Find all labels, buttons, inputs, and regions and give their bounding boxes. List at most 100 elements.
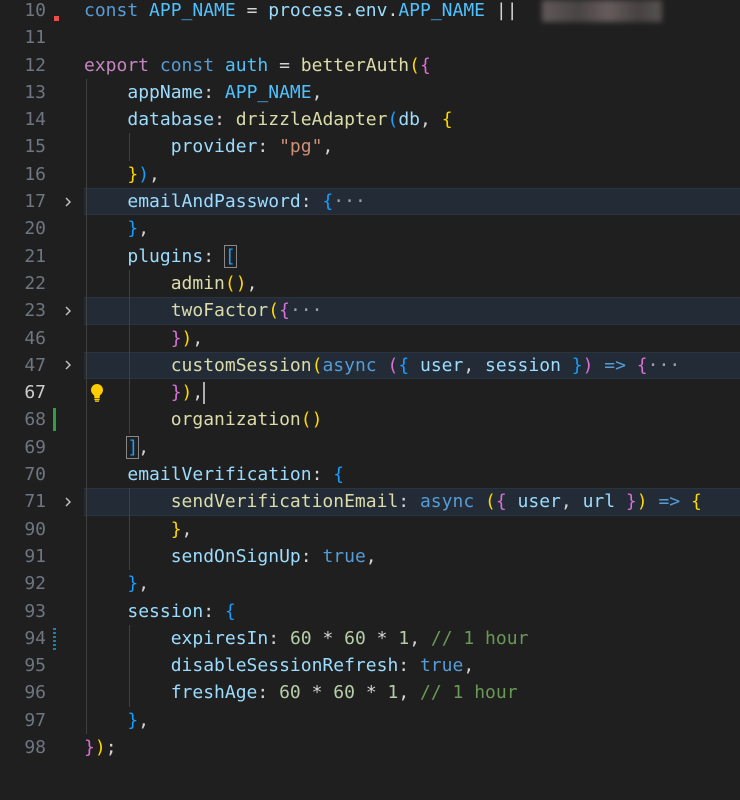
code-line[interactable]: 13 appName: APP_NAME, [0,78,740,107]
modified-line-marker[interactable] [53,626,56,650]
code-text[interactable]: sendOnSignUp: true, [84,543,377,570]
code-token: ( [311,354,323,376]
fold-chevron-icon[interactable] [61,188,75,215]
code-line[interactable]: 97 }, [0,706,740,735]
line-number: 68 [24,409,46,431]
code-token: } [170,518,182,540]
code-text[interactable]: emailVerification: { [84,461,344,488]
code-token: , [398,682,421,704]
added-line-marker[interactable] [53,408,56,432]
code-text[interactable]: provider: "pg", [84,133,334,160]
code-editor[interactable]: 10 const APP_NAME = process.env.APP_NAME … [0,0,740,761]
code-line[interactable]: 98}); [0,734,740,761]
code-token: // 1 hour [420,682,518,704]
code-line[interactable]: 93 session: { [0,597,740,625]
code-line[interactable]: 94 expiresIn: 60 * 60 * 1, // 1 hour [0,624,740,653]
code-text[interactable]: ], [84,434,149,461]
fold-chevron-icon[interactable] [61,297,75,324]
code-line[interactable]: 14 database: drizzleAdapter(db, { [0,106,740,134]
code-line[interactable]: 12 export const auth = betterAuth({ [0,52,740,79]
code-token: , [311,81,323,103]
code-text[interactable]: }, [84,516,193,543]
code-text[interactable]: }, [84,707,149,734]
code-text[interactable]: }), [84,325,204,352]
code-text[interactable]: twoFactor({··· [84,297,323,324]
code-text[interactable]: disableSessionRefresh: true, [84,652,474,679]
line-number: 12 [24,54,46,76]
code-line[interactable]: 47 customSession(async ({ user, session … [0,351,740,380]
code-line[interactable]: 15 provider: "pg", [0,133,740,161]
line-number: 98 [24,737,46,759]
code-line[interactable]: 67 }), [0,379,740,407]
line-number: 20 [24,218,46,240]
code-text[interactable]: expiresIn: 60 * 60 * 1, // 1 hour [84,625,529,652]
code-line[interactable]: 10 const APP_NAME = process.env.APP_NAME … [0,0,740,24]
code-text[interactable]: customSession(async ({ user, session }) … [84,352,680,379]
code-line[interactable]: 20 }, [0,215,740,243]
fold-chevron-icon[interactable] [61,352,75,379]
error-marker-icon [54,16,59,21]
code-token: "pg" [279,136,323,158]
code-line[interactable]: 69 ], [0,433,740,462]
code-token: , [246,272,258,294]
code-text[interactable]: }, [84,570,149,597]
code-token: { [690,491,702,513]
code-line[interactable]: 96 freshAge: 60 * 60 * 1, // 1 hour [0,679,740,707]
code-token: 60 [289,627,312,649]
code-token: * [365,627,399,649]
code-token: ) [138,163,150,185]
code-token: => [593,354,637,376]
code-text[interactable]: }); [84,734,117,761]
code-line[interactable]: 17 emailAndPassword: {··· [0,188,740,216]
code-token: . [387,0,399,21]
code-token: , [463,354,486,376]
code-line[interactable]: 22 admin(), [0,269,740,298]
code-line[interactable]: 16 }), [0,160,740,189]
code-line[interactable]: 68 organization() [0,406,740,434]
code-text[interactable]: organization() [84,406,323,433]
code-text[interactable]: sendVerificationEmail: async ({ user, ur… [84,488,702,515]
code-token: async [322,354,388,376]
code-line[interactable]: 90 }, [0,515,740,543]
code-line[interactable]: 21 plugins: [ [0,242,740,270]
code-token: plugins [127,245,204,267]
code-line[interactable]: 91 sendOnSignUp: true, [0,542,740,571]
code-text[interactable]: }), [84,161,160,188]
code-text[interactable]: }, [84,215,149,242]
code-text[interactable]: session: { [84,598,235,625]
code-token: } [127,709,139,731]
code-line[interactable]: 95 disableSessionRefresh: true, [0,652,740,680]
code-line[interactable]: 70 emailVerification: { [0,461,740,489]
code-text[interactable]: admin(), [84,270,258,297]
code-token: freshAge [170,682,258,704]
fold-chevron-icon[interactable] [61,488,75,515]
code-line[interactable]: 71 sendVerificationEmail: async ({ user,… [0,488,740,516]
code-text[interactable]: emailAndPassword: {··· [84,188,365,215]
code-token: ( [268,300,280,322]
code-token: APP_NAME [224,81,312,103]
code-text[interactable]: freshAge: 60 * 60 * 1, // 1 hour [84,679,518,706]
code-text[interactable]: database: drizzleAdapter(db, { [84,106,452,133]
code-line[interactable]: 92 }, [0,570,740,598]
line-number: 91 [24,545,46,567]
code-line[interactable]: 11 [0,24,740,51]
line-number: 13 [24,81,46,103]
code-token: const [159,54,225,76]
code-token: async [419,491,485,513]
code-token: } [127,163,139,185]
code-line[interactable]: 23 twoFactor({··· [0,297,740,325]
line-number: 47 [24,354,46,376]
code-line[interactable]: 46 }), [0,324,740,352]
code-text[interactable]: appName: APP_NAME, [84,79,322,106]
lightbulb-icon[interactable] [86,381,108,403]
code-text[interactable]: plugins: [ [84,243,237,270]
code-token: = [235,0,269,21]
code-token: , [138,709,150,731]
code-token: => [647,491,691,513]
code-text[interactable]: export const auth = betterAuth({ [84,52,431,79]
code-text[interactable]: const APP_NAME = process.env.APP_NAME || [84,0,663,24]
